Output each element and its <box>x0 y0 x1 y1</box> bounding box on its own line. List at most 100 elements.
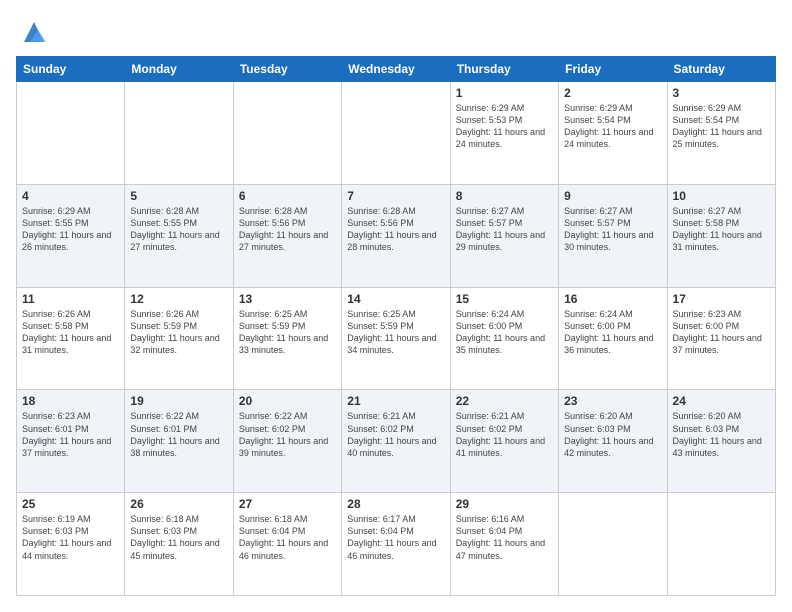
day-info: Sunrise: 6:18 AM Sunset: 6:04 PM Dayligh… <box>239 513 336 562</box>
calendar-cell: 4Sunrise: 6:29 AM Sunset: 5:55 PM Daylig… <box>17 184 125 287</box>
day-info: Sunrise: 6:19 AM Sunset: 6:03 PM Dayligh… <box>22 513 119 562</box>
calendar-cell: 1 Sunrise: 6:29 AM Sunset: 5:53 PM Daylig… <box>450 82 558 185</box>
day-number: 5 <box>130 189 227 203</box>
day-info: Sunrise: 6:17 AM Sunset: 6:04 PM Dayligh… <box>347 513 444 562</box>
day-info: Sunrise: 6:29 AM Sunset: 5:55 PM Dayligh… <box>22 205 119 254</box>
day-info: Sunrise: 6:16 AM Sunset: 6:04 PM Dayligh… <box>456 513 553 562</box>
calendar-cell: 29 Sunrise: 6:16 AM Sunset: 6:04 PM Dayli… <box>450 493 558 596</box>
calendar-cell: 23Sunrise: 6:20 AM Sunset: 6:03 PM Dayli… <box>559 390 667 493</box>
calendar-cell <box>17 82 125 185</box>
day-info: Sunrise: 6:21 AM Sunset: 6:02 PM Dayligh… <box>347 410 444 459</box>
calendar-cell: 10 Sunrise: 6:27 AM Sunset: 5:58 PM Dayli… <box>667 184 775 287</box>
calendar-cell: 17 Sunrise: 6:23 AM Sunset: 6:00 PM Dayli… <box>667 287 775 390</box>
logo <box>16 16 48 46</box>
calendar-cell: 9 Sunrise: 6:27 AM Sunset: 5:57 PM Daylig… <box>559 184 667 287</box>
calendar-week-row: 25 Sunrise: 6:19 AM Sunset: 6:03 PM Dayli… <box>17 493 776 596</box>
day-number: 14 <box>347 292 444 306</box>
calendar-day-header: Saturday <box>667 57 775 82</box>
calendar-table: SundayMondayTuesdayWednesdayThursdayFrid… <box>16 56 776 596</box>
day-number: 7 <box>347 189 444 203</box>
day-number: 27 <box>239 497 336 511</box>
day-info: Sunrise: 6:28 AM Sunset: 5:55 PM Dayligh… <box>130 205 227 254</box>
day-number: 13 <box>239 292 336 306</box>
calendar-cell: 8 Sunrise: 6:27 AM Sunset: 5:57 PM Daylig… <box>450 184 558 287</box>
day-number: 23 <box>564 394 661 408</box>
day-info: Sunrise: 6:27 AM Sunset: 5:57 PM Dayligh… <box>564 205 661 254</box>
calendar-cell: 26 Sunrise: 6:18 AM Sunset: 6:03 PM Dayli… <box>125 493 233 596</box>
day-info: Sunrise: 6:25 AM Sunset: 5:59 PM Dayligh… <box>347 308 444 357</box>
day-number: 17 <box>673 292 770 306</box>
day-info: Sunrise: 6:29 AM Sunset: 5:53 PM Dayligh… <box>456 102 553 151</box>
day-number: 28 <box>347 497 444 511</box>
day-number: 20 <box>239 394 336 408</box>
day-number: 15 <box>456 292 553 306</box>
calendar-body: 1 Sunrise: 6:29 AM Sunset: 5:53 PM Daylig… <box>17 82 776 596</box>
calendar-week-row: 4Sunrise: 6:29 AM Sunset: 5:55 PM Daylig… <box>17 184 776 287</box>
day-number: 29 <box>456 497 553 511</box>
day-number: 10 <box>673 189 770 203</box>
calendar-cell: 21 Sunrise: 6:21 AM Sunset: 6:02 PM Dayli… <box>342 390 450 493</box>
calendar-day-header: Thursday <box>450 57 558 82</box>
day-number: 1 <box>456 86 553 100</box>
calendar-cell: 24 Sunrise: 6:20 AM Sunset: 6:03 PM Dayli… <box>667 390 775 493</box>
day-info: Sunrise: 6:27 AM Sunset: 5:58 PM Dayligh… <box>673 205 770 254</box>
day-info: Sunrise: 6:29 AM Sunset: 5:54 PM Dayligh… <box>673 102 770 151</box>
day-number: 11 <box>22 292 119 306</box>
calendar-cell: 27 Sunrise: 6:18 AM Sunset: 6:04 PM Dayli… <box>233 493 341 596</box>
day-number: 18 <box>22 394 119 408</box>
calendar-week-row: 1 Sunrise: 6:29 AM Sunset: 5:53 PM Daylig… <box>17 82 776 185</box>
calendar-cell: 2 Sunrise: 6:29 AM Sunset: 5:54 PM Daylig… <box>559 82 667 185</box>
calendar-cell: 19 Sunrise: 6:22 AM Sunset: 6:01 PM Dayli… <box>125 390 233 493</box>
day-number: 26 <box>130 497 227 511</box>
day-info: Sunrise: 6:27 AM Sunset: 5:57 PM Dayligh… <box>456 205 553 254</box>
day-number: 16 <box>564 292 661 306</box>
day-number: 24 <box>673 394 770 408</box>
day-number: 6 <box>239 189 336 203</box>
calendar-cell: 15 Sunrise: 6:24 AM Sunset: 6:00 PM Dayli… <box>450 287 558 390</box>
calendar-cell: 18 Sunrise: 6:23 AM Sunset: 6:01 PM Dayli… <box>17 390 125 493</box>
calendar-cell: 14 Sunrise: 6:25 AM Sunset: 5:59 PM Dayli… <box>342 287 450 390</box>
day-info: Sunrise: 6:25 AM Sunset: 5:59 PM Dayligh… <box>239 308 336 357</box>
day-info: Sunrise: 6:18 AM Sunset: 6:03 PM Dayligh… <box>130 513 227 562</box>
day-info: Sunrise: 6:28 AM Sunset: 5:56 PM Dayligh… <box>347 205 444 254</box>
page: SundayMondayTuesdayWednesdayThursdayFrid… <box>0 0 792 612</box>
calendar-day-header: Tuesday <box>233 57 341 82</box>
calendar-cell: 5 Sunrise: 6:28 AM Sunset: 5:55 PM Daylig… <box>125 184 233 287</box>
calendar-cell: 20 Sunrise: 6:22 AM Sunset: 6:02 PM Dayli… <box>233 390 341 493</box>
calendar-week-row: 11Sunrise: 6:26 AM Sunset: 5:58 PM Dayli… <box>17 287 776 390</box>
day-info: Sunrise: 6:22 AM Sunset: 6:02 PM Dayligh… <box>239 410 336 459</box>
day-info: Sunrise: 6:23 AM Sunset: 6:01 PM Dayligh… <box>22 410 119 459</box>
calendar-week-row: 18 Sunrise: 6:23 AM Sunset: 6:01 PM Dayli… <box>17 390 776 493</box>
day-info: Sunrise: 6:21 AM Sunset: 6:02 PM Dayligh… <box>456 410 553 459</box>
day-number: 9 <box>564 189 661 203</box>
calendar-cell: 6 Sunrise: 6:28 AM Sunset: 5:56 PM Daylig… <box>233 184 341 287</box>
calendar-cell: 7 Sunrise: 6:28 AM Sunset: 5:56 PM Daylig… <box>342 184 450 287</box>
day-info: Sunrise: 6:23 AM Sunset: 6:00 PM Dayligh… <box>673 308 770 357</box>
day-number: 2 <box>564 86 661 100</box>
calendar-cell <box>559 493 667 596</box>
calendar-day-header: Monday <box>125 57 233 82</box>
day-info: Sunrise: 6:28 AM Sunset: 5:56 PM Dayligh… <box>239 205 336 254</box>
day-number: 8 <box>456 189 553 203</box>
calendar-cell: 16Sunrise: 6:24 AM Sunset: 6:00 PM Dayli… <box>559 287 667 390</box>
day-info: Sunrise: 6:26 AM Sunset: 5:59 PM Dayligh… <box>130 308 227 357</box>
day-number: 21 <box>347 394 444 408</box>
calendar-header-row: SundayMondayTuesdayWednesdayThursdayFrid… <box>17 57 776 82</box>
day-info: Sunrise: 6:20 AM Sunset: 6:03 PM Dayligh… <box>673 410 770 459</box>
calendar-day-header: Wednesday <box>342 57 450 82</box>
day-number: 19 <box>130 394 227 408</box>
calendar-day-header: Friday <box>559 57 667 82</box>
day-info: Sunrise: 6:24 AM Sunset: 6:00 PM Dayligh… <box>456 308 553 357</box>
calendar-cell <box>233 82 341 185</box>
day-number: 12 <box>130 292 227 306</box>
day-number: 25 <box>22 497 119 511</box>
header <box>16 16 776 46</box>
day-number: 22 <box>456 394 553 408</box>
calendar-cell <box>125 82 233 185</box>
day-info: Sunrise: 6:22 AM Sunset: 6:01 PM Dayligh… <box>130 410 227 459</box>
calendar-cell: 25 Sunrise: 6:19 AM Sunset: 6:03 PM Dayli… <box>17 493 125 596</box>
calendar-cell: 13 Sunrise: 6:25 AM Sunset: 5:59 PM Dayli… <box>233 287 341 390</box>
calendar-cell: 22 Sunrise: 6:21 AM Sunset: 6:02 PM Dayli… <box>450 390 558 493</box>
calendar-cell: 28 Sunrise: 6:17 AM Sunset: 6:04 PM Dayli… <box>342 493 450 596</box>
day-info: Sunrise: 6:29 AM Sunset: 5:54 PM Dayligh… <box>564 102 661 151</box>
